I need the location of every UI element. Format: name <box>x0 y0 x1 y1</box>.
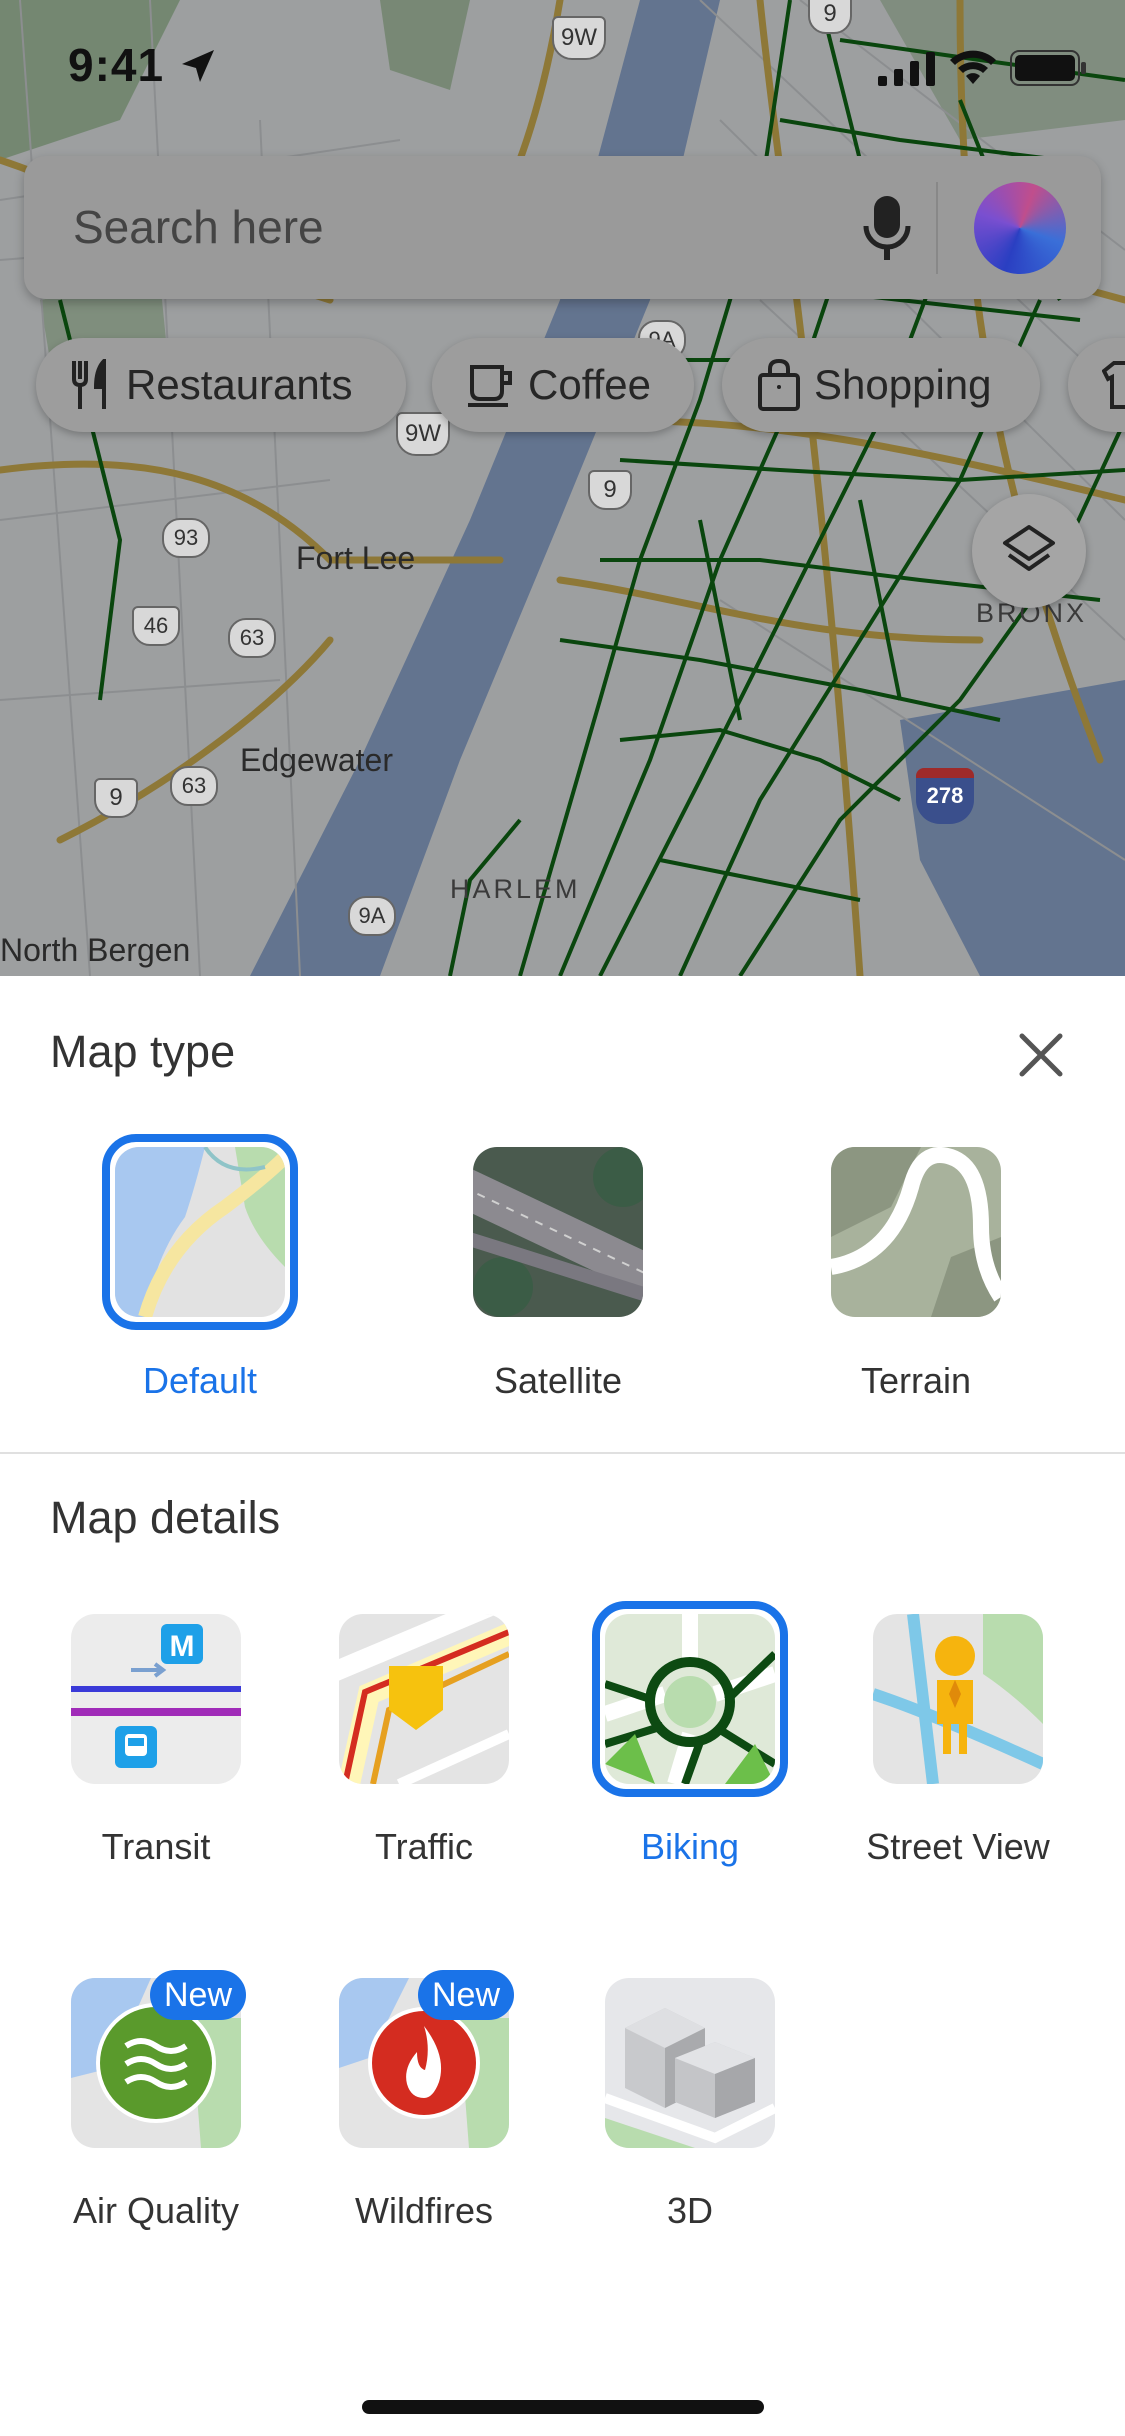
route-shield-46: 46 <box>132 606 180 646</box>
route-shield-9a: 9A <box>348 896 396 936</box>
detail-traffic[interactable] <box>339 1614 509 1784</box>
detail-transit[interactable]: M <box>71 1614 241 1784</box>
home-indicator[interactable] <box>362 2400 764 2414</box>
detail-air-quality-label: Air Quality <box>72 2190 240 2231</box>
search-bar[interactable]: Search here <box>24 156 1101 299</box>
search-divider <box>936 182 938 274</box>
map-type-terrain[interactable] <box>831 1147 1001 1317</box>
route-shield-9: 9 <box>94 778 138 818</box>
fork-knife-icon <box>72 359 106 409</box>
map-details-heading: Map details <box>50 1492 281 1543</box>
section-divider <box>0 1452 1125 1454</box>
chip-restaurants[interactable]: Restaurants <box>36 338 406 432</box>
transit-thumbnail: M <box>71 1614 241 1784</box>
map-dim-overlay <box>0 0 1125 976</box>
map-type-satellite-label: Satellite <box>493 1360 623 1401</box>
signal-icon <box>878 52 935 86</box>
route-shield-63: 63 <box>228 618 276 658</box>
avatar[interactable] <box>974 182 1066 274</box>
route-shield-278: 278 <box>916 768 974 824</box>
microphone-icon[interactable] <box>860 194 914 264</box>
map-type-heading: Map type <box>50 1026 236 1077</box>
search-input[interactable]: Search here <box>73 200 324 254</box>
chip-shopping[interactable]: Shopping <box>722 338 1040 432</box>
place-label-north-bergen: North Bergen <box>0 932 191 968</box>
map-view[interactable]: Fort Lee Edgewater North Bergen HARLEM B… <box>0 0 1125 976</box>
shopping-bag-icon <box>758 359 800 411</box>
terrain-map-thumbnail <box>831 1147 1001 1317</box>
status-bar: 9:41 <box>0 0 1125 130</box>
route-shield-9w: 9W <box>396 412 450 456</box>
place-label-edgewater: Edgewater <box>240 742 393 778</box>
biking-thumbnail <box>605 1614 775 1784</box>
place-label-fort-lee: Fort Lee <box>296 540 416 576</box>
layers-icon <box>1003 525 1055 571</box>
location-arrow-icon <box>182 50 214 82</box>
map-type-default-label: Default <box>142 1360 258 1401</box>
new-badge: New <box>150 1970 247 2020</box>
wifi-icon <box>950 50 996 84</box>
route-shield-9: 9 <box>588 470 632 510</box>
route-shield-93: 93 <box>162 518 210 558</box>
detail-traffic-label: Traffic <box>374 1826 473 1867</box>
map-type-default[interactable] <box>115 1147 285 1317</box>
street-view-thumbnail <box>873 1614 1043 1784</box>
detail-biking-label: Biking <box>640 1826 740 1867</box>
close-icon[interactable] <box>1016 1030 1066 1080</box>
detail-transit-label: Transit <box>101 1826 211 1867</box>
coffee-cup-icon <box>468 365 512 407</box>
map-type-satellite[interactable] <box>473 1147 643 1317</box>
detail-biking[interactable] <box>605 1614 775 1784</box>
detail-3d[interactable] <box>605 1978 775 2148</box>
detail-street-view-label: Street View <box>866 1826 1050 1867</box>
shirt-icon <box>1102 361 1125 409</box>
detail-street-view[interactable] <box>873 1614 1043 1784</box>
traffic-thumbnail <box>339 1614 509 1784</box>
chip-label: Shopping <box>814 361 992 408</box>
detail-wildfires-label: Wildfires <box>354 2190 493 2231</box>
route-shield-63: 63 <box>170 766 218 806</box>
new-badge: New <box>418 1970 515 2020</box>
default-map-thumbnail <box>115 1147 285 1317</box>
status-time: 9:41 <box>68 39 165 91</box>
svg-text:M: M <box>170 1630 195 1663</box>
map-type-terrain-label: Terrain <box>860 1360 972 1401</box>
layers-button[interactable] <box>972 494 1086 608</box>
chip-label: Coffee <box>528 361 651 408</box>
chip-coffee[interactable]: Coffee <box>432 338 694 432</box>
3d-buildings-thumbnail <box>605 1978 775 2148</box>
place-label-harlem: HARLEM <box>450 874 581 904</box>
satellite-map-thumbnail <box>473 1147 643 1317</box>
chip-label: Restaurants <box>126 361 353 408</box>
detail-3d-label: 3D <box>666 2190 714 2231</box>
battery-icon <box>1010 50 1086 86</box>
